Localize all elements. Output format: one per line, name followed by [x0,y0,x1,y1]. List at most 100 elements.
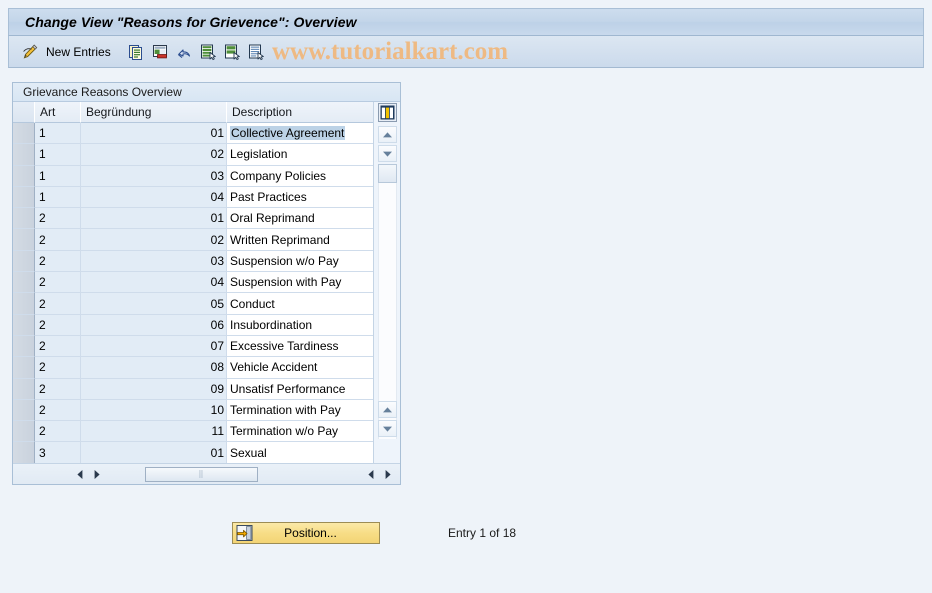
row-selector[interactable] [13,293,35,315]
row-selector[interactable] [13,144,35,166]
cell-begruendung[interactable]: 11 [81,421,227,443]
cell-art[interactable]: 3 [35,442,81,463]
row-selector[interactable] [13,272,35,294]
row-selector[interactable] [13,250,35,273]
deselect-all-icon[interactable] [221,42,243,62]
row-selector[interactable] [13,229,35,251]
cell-begruendung[interactable]: 01 [81,123,227,145]
cell-art[interactable]: 2 [35,250,81,273]
cell-description[interactable]: Vehicle Accident [227,357,375,379]
row-selector[interactable] [13,357,35,379]
details-icon[interactable] [245,42,267,62]
scroll-page-down-button[interactable] [378,420,397,437]
cell-art[interactable]: 2 [35,399,81,422]
row-selector[interactable] [13,165,35,187]
table-row[interactable]: 2 02 Written Reprimand [13,229,400,251]
row-selector[interactable] [13,186,35,209]
cell-art[interactable]: 1 [35,165,81,187]
cell-description[interactable]: Company Policies [227,165,375,187]
cell-art[interactable]: 2 [35,314,81,336]
cell-description[interactable]: Written Reprimand [227,229,375,251]
row-selector[interactable] [13,421,35,443]
table-row[interactable]: 2 10 Termination with Pay [13,399,400,422]
column-header-art[interactable]: Art [35,102,81,123]
table-row[interactable]: 2 08 Vehicle Accident [13,357,400,379]
table-row[interactable]: 2 03 Suspension w/o Pay [13,250,400,273]
cell-begruendung[interactable]: 03 [81,250,227,273]
cell-art[interactable]: 2 [35,229,81,251]
cell-art[interactable]: 1 [35,144,81,166]
delete-icon[interactable] [149,42,171,62]
cell-art[interactable]: 2 [35,378,81,400]
copy-icon[interactable] [125,42,147,62]
cell-art[interactable]: 2 [35,293,81,315]
column-header-begruendung[interactable]: Begründung [81,102,227,123]
cell-begruendung[interactable]: 04 [81,272,227,294]
cell-description[interactable]: Conduct [227,293,375,315]
cell-description[interactable]: Collective Agreement [227,123,375,145]
cell-art[interactable]: 2 [35,357,81,379]
cell-begruendung[interactable]: 10 [81,399,227,422]
cell-begruendung[interactable]: 02 [81,229,227,251]
select-all-column-header[interactable] [13,102,35,123]
cell-begruendung[interactable]: 08 [81,357,227,379]
cell-description[interactable]: Insubordination [227,314,375,336]
row-selector[interactable] [13,335,35,358]
row-selector[interactable] [13,123,35,145]
table-settings-icon[interactable] [378,103,397,122]
scroll-page-up-button[interactable] [378,401,397,418]
position-button[interactable]: Position... [232,522,380,544]
cell-description[interactable]: Suspension with Pay [227,272,375,294]
row-selector[interactable] [13,208,35,230]
table-row[interactable]: 2 06 Insubordination [13,314,400,336]
cell-description[interactable]: Oral Reprimand [227,208,375,230]
cell-art[interactable]: 2 [35,335,81,358]
cell-begruendung[interactable]: 02 [81,144,227,166]
cell-description[interactable]: Suspension w/o Pay [227,250,375,273]
horizontal-scroll-track[interactable]: ⣿ [107,466,360,482]
cell-description[interactable]: Legislation [227,144,375,166]
table-row[interactable]: 1 02 Legislation [13,144,400,166]
cell-art[interactable]: 2 [35,272,81,294]
scroll-up-button[interactable] [378,126,397,143]
cell-art[interactable]: 2 [35,208,81,230]
cell-description[interactable]: Unsatisf Performance [227,378,375,400]
row-selector[interactable] [13,399,35,422]
table-row[interactable]: 2 11 Termination w/o Pay [13,421,400,443]
scroll-far-right-button[interactable] [379,467,396,482]
row-selector[interactable] [13,442,35,463]
cell-begruendung[interactable]: 09 [81,378,227,400]
row-selector[interactable] [13,378,35,400]
cell-description[interactable]: Termination w/o Pay [227,421,375,443]
cell-art[interactable]: 1 [35,186,81,209]
horizontal-scroll-thumb[interactable]: ⣿ [145,466,258,482]
scroll-far-left-button[interactable] [362,467,379,482]
cell-begruendung[interactable]: 01 [81,442,227,463]
undo-icon[interactable] [173,42,195,62]
table-row[interactable]: 2 05 Conduct [13,293,400,315]
cell-art[interactable]: 1 [35,123,81,145]
table-row[interactable]: 1 04 Past Practices [13,186,400,209]
column-header-description[interactable]: Description [227,102,375,123]
cell-description[interactable]: Excessive Tardiness [227,335,375,358]
vertical-scroll-thumb[interactable] [378,164,397,183]
table-row[interactable]: 1 01 Collective Agreement [13,123,400,145]
scroll-down-button[interactable] [378,145,397,162]
new-entries-label[interactable]: New Entries [46,45,111,59]
horizontal-scrollbar[interactable]: ⣿ [13,463,400,484]
table-row[interactable]: 2 04 Suspension with Pay [13,272,400,294]
table-row[interactable]: 2 09 Unsatisf Performance [13,378,400,400]
table-row[interactable]: 3 01 Sexual [13,442,400,463]
cell-begruendung[interactable]: 04 [81,186,227,209]
select-all-icon[interactable] [197,42,219,62]
cell-begruendung[interactable]: 05 [81,293,227,315]
vertical-scrollbar[interactable] [373,102,400,484]
cell-description[interactable]: Sexual [227,442,375,463]
table-row[interactable]: 2 01 Oral Reprimand [13,208,400,230]
cell-begruendung[interactable]: 06 [81,314,227,336]
cell-begruendung[interactable]: 01 [81,208,227,230]
cell-begruendung[interactable]: 07 [81,335,227,358]
cell-description[interactable]: Termination with Pay [227,399,375,422]
row-selector[interactable] [13,314,35,336]
table-row[interactable]: 2 07 Excessive Tardiness [13,335,400,358]
